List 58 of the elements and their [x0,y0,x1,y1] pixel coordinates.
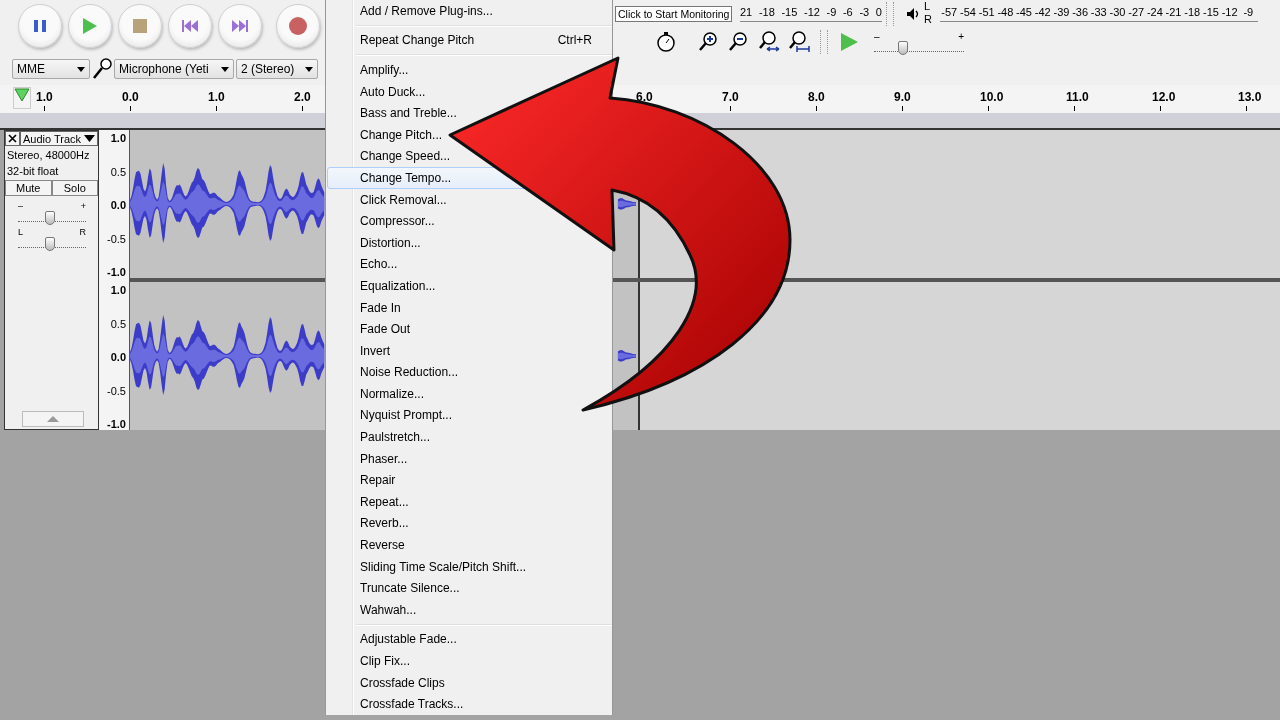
meter-tick-label: -12 [1220,6,1239,20]
scale-label: -0.5 [107,232,126,245]
meter-tick-label: -9 [826,6,837,20]
meter-tick-label: -24 [1145,6,1164,20]
meter-tick-label: -48 [996,6,1015,20]
slider-min-label: – [18,202,23,211]
slider-min-label: – [874,31,880,41]
channel-label: R [924,13,932,26]
ruler-label: 1.0 [36,90,53,104]
meter-tick-label: -21 [1164,6,1183,20]
ruler-label: 0.0 [122,90,139,104]
ruler-label: 8.0 [808,90,825,104]
meter-tick-label: -45 [1015,6,1033,20]
meter-tick-label: -6 [842,6,853,20]
scale-label: 1.0 [110,132,126,144]
scale-label: -1.0 [107,266,126,278]
scale-label: 0.5 [110,317,126,330]
ruler-label: 12.0 [1152,90,1176,104]
ruler-label: 11.0 [1066,90,1089,104]
tooltip: Click to Start Monitoring [615,6,733,22]
slider-max-label: + [80,202,86,211]
meter-tick-label: -3 [859,6,870,20]
meter-tick-label: -15 [1201,6,1220,20]
ruler-label: 2.0 [294,90,311,104]
meter-tick-label: 0 [875,6,882,20]
meter-tick-label: -39 [1052,6,1071,20]
scale-label: 0.0 [110,199,126,211]
meter-tick-label: -51 [977,6,996,20]
slider-min-label: L [18,228,23,237]
ruler-label: 10.0 [980,90,1004,104]
ruler-label: 6.0 [636,90,653,104]
ruler-label: 7.0 [722,90,739,104]
meter-tick-label: -18 [758,6,775,20]
ruler-label: 13.0 [1238,90,1262,104]
meter-tick-label: -15 [781,6,798,20]
meter-tick-label: 21 [740,6,753,20]
meter-tick-label: -33 [1089,6,1108,20]
meter-tick-label: -57 [940,6,959,20]
scale-label: 0.0 [110,351,126,363]
scale-label: -0.5 [107,384,126,397]
slider-max-label: R [79,228,86,237]
meter-tick-label: -9 [1242,6,1255,20]
meter-tick-label: -54 [959,6,977,20]
meter-tick-label: -12 [804,6,820,20]
scale-label: -1.0 [107,418,126,430]
ruler-label: 9.0 [894,90,911,104]
meter-tick-label: -27 [1127,6,1146,20]
track-info: Stereo, 48000Hz [6,148,91,162]
channel-label: L [924,0,932,13]
meter-tick-label: -18 [1183,6,1202,20]
meter-tick-label: -36 [1071,6,1090,20]
slider-max-label: + [958,31,964,41]
meter-tick-label: -30 [1108,6,1127,20]
scale-label: 1.0 [110,284,126,296]
scale-label: 0.5 [110,165,126,178]
track-info: 32-bit float [6,164,60,178]
ruler-label: 1.0 [208,90,225,104]
meter-tick-label: -42 [1033,6,1052,20]
